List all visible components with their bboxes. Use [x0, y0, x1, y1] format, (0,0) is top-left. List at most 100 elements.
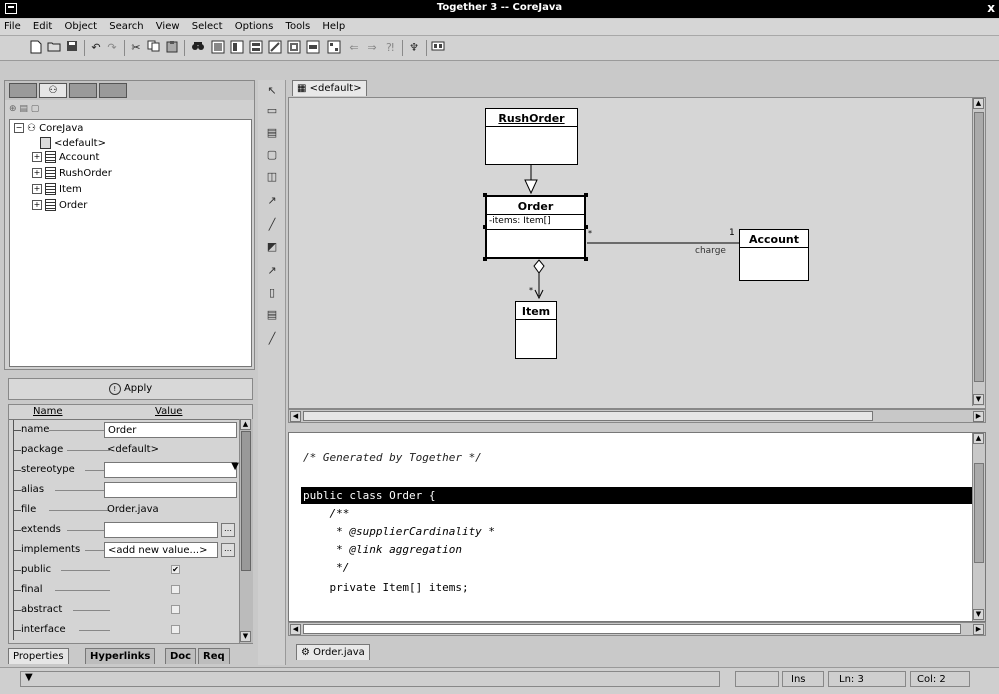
diagram-canvas[interactable]: RushOrder Order -items: Item[] Account I…	[288, 97, 986, 409]
apply-button[interactable]: ! Apply	[8, 378, 253, 400]
model-tab-icon[interactable]: ⚇	[39, 83, 67, 98]
find-icon[interactable]	[190, 40, 206, 56]
selection-handle[interactable]	[584, 257, 588, 261]
property-checkbox-final[interactable]	[171, 585, 180, 594]
scroll-left-icon[interactable]: ◀	[290, 624, 301, 635]
menu-view[interactable]: View	[152, 19, 185, 32]
association-tool-icon[interactable]: ↗	[265, 194, 279, 208]
favorites-tab-icon[interactable]	[69, 83, 97, 98]
close-icon[interactable]: x	[987, 1, 995, 15]
property-value-implements[interactable]: <add new value...>	[104, 542, 218, 558]
property-value-alias[interactable]	[104, 482, 237, 498]
paste-icon[interactable]	[164, 40, 180, 56]
menu-edit[interactable]: Edit	[29, 19, 57, 32]
collapse-icon[interactable]: −	[14, 123, 24, 133]
property-checkbox-abstract[interactable]	[171, 605, 180, 614]
view-1-icon[interactable]	[210, 40, 226, 56]
stereotype-dropdown-icon[interactable]: ▼	[231, 461, 239, 472]
view-4-icon[interactable]	[267, 40, 283, 56]
tab-properties[interactable]: Properties	[8, 648, 69, 664]
editor-hscroll[interactable]: ◀ ▶	[288, 622, 986, 636]
view-2-icon[interactable]	[229, 40, 245, 56]
tree-node-account[interactable]: + Account	[32, 151, 99, 163]
class-account[interactable]: Account	[739, 229, 809, 281]
note-link-tool-icon[interactable]: ◩	[265, 240, 279, 254]
class-rushorder[interactable]: RushOrder	[485, 108, 578, 165]
browse-button[interactable]: …	[221, 523, 235, 537]
editor-file-tab[interactable]: ⚙ Order.java	[296, 644, 370, 660]
selection-handle[interactable]	[483, 225, 487, 229]
interface-tool-icon[interactable]: ▢	[265, 148, 279, 162]
text-tool-icon[interactable]: ▤	[265, 308, 279, 322]
diagram-vscroll[interactable]: ▲ ▼	[972, 98, 985, 406]
editor-vscroll[interactable]: ▲ ▼	[972, 433, 985, 621]
class-item[interactable]: Item	[515, 301, 557, 359]
expand-icon[interactable]: +	[32, 168, 42, 178]
scroll-thumb[interactable]	[241, 431, 251, 571]
select-pointer-icon[interactable]: ↖	[265, 84, 279, 98]
menu-select[interactable]: Select	[188, 19, 228, 32]
property-value-stereotype[interactable]	[104, 462, 237, 478]
menu-help[interactable]: Help	[318, 19, 350, 32]
scroll-thumb[interactable]	[303, 624, 961, 634]
scroll-down-icon[interactable]: ▼	[973, 394, 984, 405]
property-value-name[interactable]: Order	[104, 422, 237, 438]
package-tool-icon[interactable]: ▭	[265, 104, 279, 118]
tree-node-rushorder[interactable]: + RushOrder	[32, 167, 112, 179]
view-7-icon[interactable]	[326, 40, 342, 56]
directory-tab-icon[interactable]	[9, 83, 37, 98]
save-icon[interactable]	[64, 40, 80, 56]
undo-icon[interactable]: ↶	[88, 40, 104, 56]
tools-icon[interactable]: ♆	[406, 40, 422, 56]
scroll-up-icon[interactable]: ▲	[240, 419, 251, 430]
link-tool-icon[interactable]: ╱	[265, 332, 279, 346]
tab-doc[interactable]: Doc	[165, 648, 197, 664]
open-folder-icon[interactable]	[46, 40, 62, 56]
menu-file[interactable]: File	[0, 19, 26, 32]
menu-object[interactable]: Object	[60, 19, 102, 32]
selection-handle[interactable]	[584, 193, 588, 197]
property-value-package[interactable]: <default>	[104, 442, 237, 458]
scroll-up-icon[interactable]: ▲	[973, 433, 984, 444]
scroll-thumb[interactable]	[303, 411, 873, 421]
help-icon[interactable]: ⁈	[382, 40, 398, 56]
status-dropdown-icon[interactable]: ▼	[25, 672, 33, 683]
tree-node-default[interactable]: <default>	[40, 137, 106, 149]
scroll-down-icon[interactable]: ▼	[240, 631, 251, 642]
tree-node-item[interactable]: + Item	[32, 183, 82, 195]
diagrams-tab-icon[interactable]	[99, 83, 127, 98]
expand-icon[interactable]: +	[32, 184, 42, 194]
menu-tools[interactable]: Tools	[282, 19, 316, 32]
code-editor[interactable]: /* Generated by Together */ public class…	[288, 432, 986, 622]
line-tool-icon[interactable]: ╱	[265, 218, 279, 232]
forward-icon[interactable]: ⇒	[364, 40, 380, 56]
expand-icon[interactable]: +	[32, 152, 42, 162]
diagram-hscroll[interactable]: ◀ ▶	[288, 409, 986, 423]
scroll-left-icon[interactable]: ◀	[290, 411, 301, 422]
dependency-tool-icon[interactable]: ↗	[265, 264, 279, 278]
new-file-icon[interactable]	[28, 40, 44, 56]
tab-hyperlinks[interactable]: Hyperlinks	[85, 648, 156, 664]
selection-handle[interactable]	[483, 193, 487, 197]
cut-icon[interactable]: ✂	[128, 40, 144, 56]
redo-icon[interactable]: ↷	[104, 40, 120, 56]
property-checkbox-interface[interactable]	[171, 625, 180, 634]
selection-handle[interactable]	[483, 257, 487, 261]
properties-scrollbar[interactable]: ▲ ▼	[239, 419, 253, 643]
copy-icon[interactable]	[146, 40, 162, 56]
tree-node-order[interactable]: + Order	[32, 199, 87, 211]
class-tool-icon[interactable]: ▤	[265, 126, 279, 140]
menu-search[interactable]: Search	[105, 19, 148, 32]
note-tool-icon[interactable]: ▯	[265, 286, 279, 300]
property-checkbox-public[interactable]: ✔	[171, 565, 180, 574]
browse-button[interactable]: …	[221, 543, 235, 557]
view-3-icon[interactable]	[248, 40, 264, 56]
diagram-tab[interactable]: ▦ <default>	[292, 80, 367, 96]
scroll-thumb[interactable]	[974, 112, 984, 382]
scroll-right-icon[interactable]: ▶	[973, 411, 984, 422]
scroll-thumb[interactable]	[974, 463, 984, 563]
expand-icon[interactable]: +	[32, 200, 42, 210]
tree-root[interactable]: − ⚇ CoreJava	[14, 123, 83, 134]
view-6-icon[interactable]	[305, 40, 321, 56]
tab-req[interactable]: Req	[198, 648, 230, 664]
